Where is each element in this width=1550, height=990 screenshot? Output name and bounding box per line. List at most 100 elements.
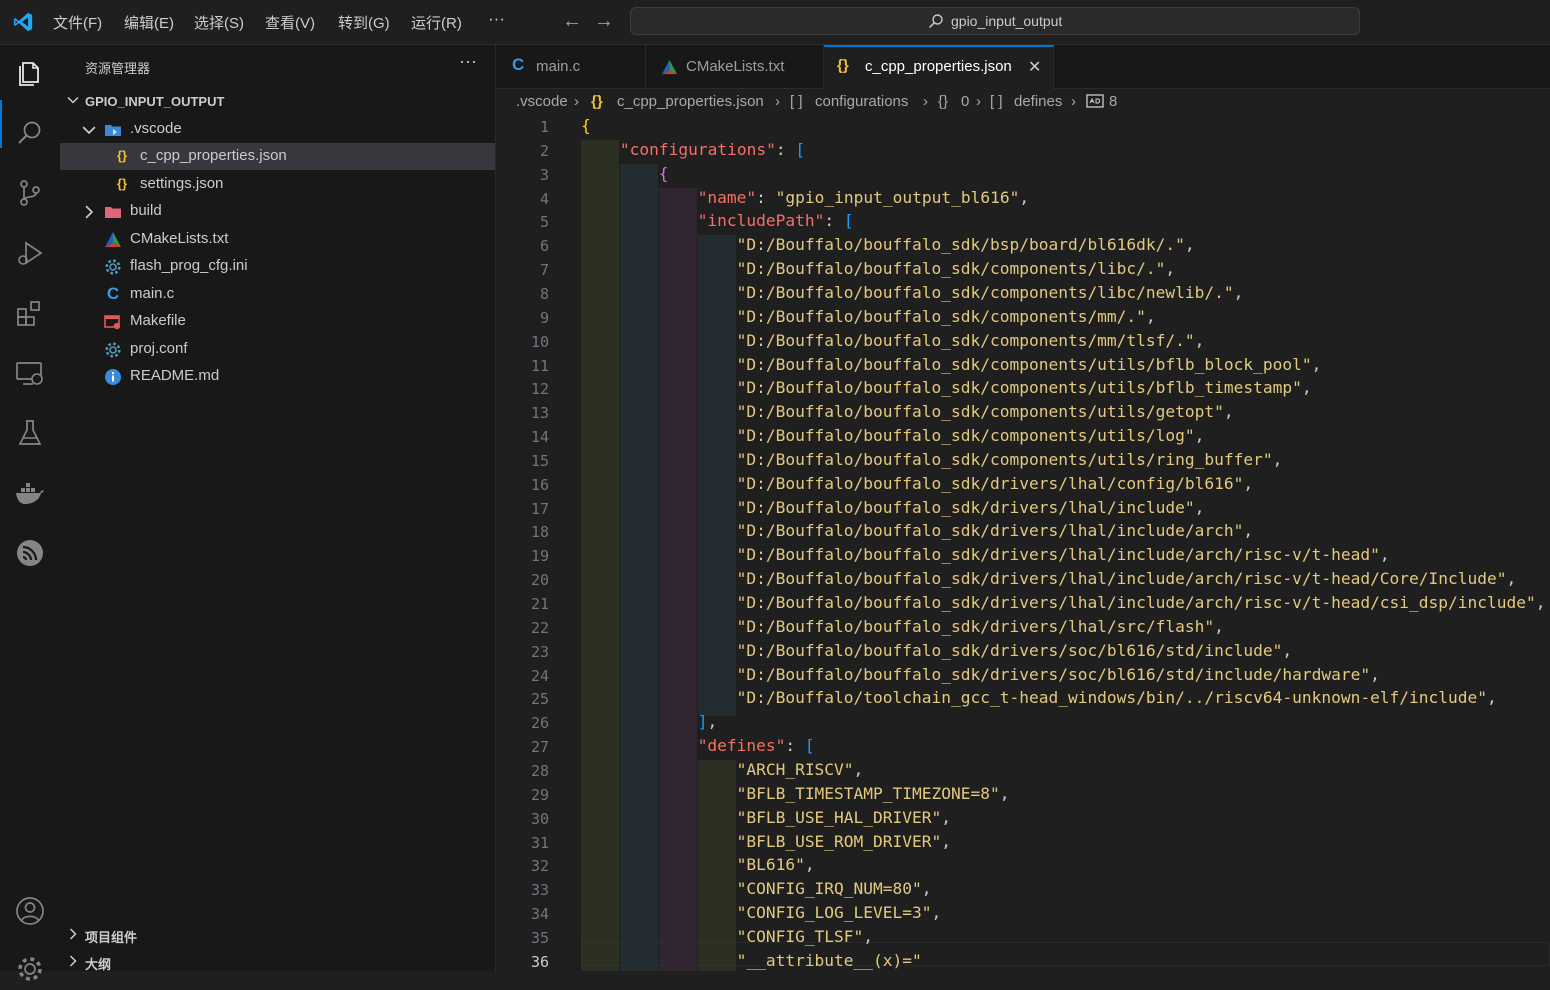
code-line[interactable]: "CONFIG_IRQ_NUM=80",: [737, 879, 932, 898]
code-line[interactable]: "BFLB_USE_ROM_DRIVER",: [737, 832, 951, 851]
code-line[interactable]: "D:/Bouffalo/bouffalo_sdk/components/mm/…: [737, 331, 1205, 350]
code-line[interactable]: {: [581, 116, 591, 135]
tree-item-vscode-folder[interactable]: .vscode: [60, 116, 495, 143]
breadcrumb-item-file[interactable]: c_cpp_properties.json: [617, 93, 764, 110]
folder-header[interactable]: GPIO_INPUT_OUTPUT: [60, 90, 495, 112]
sidebar-more-actions[interactable]: ···: [459, 51, 477, 72]
search-view-icon[interactable]: [14, 117, 46, 149]
code-line[interactable]: "ARCH_RISCV",: [737, 760, 864, 779]
tree-item-c-cpp-properties[interactable]: {} c_cpp_properties.json: [60, 143, 495, 170]
menu-go[interactable]: 转到(G): [338, 12, 390, 33]
line-number: 19: [530, 547, 549, 566]
code-line[interactable]: "D:/Bouffalo/bouffalo_sdk/drivers/soc/bl…: [737, 641, 1293, 660]
accounts-icon[interactable]: [14, 895, 46, 927]
line-number: 10: [530, 332, 549, 351]
code-line[interactable]: "D:/Bouffalo/bouffalo_sdk/bsp/board/bl61…: [737, 235, 1195, 254]
line-number: 6: [539, 237, 549, 256]
run-debug-icon[interactable]: [14, 237, 46, 269]
tree-item-proj-conf[interactable]: proj.conf: [60, 336, 495, 363]
code-line[interactable]: "D:/Bouffalo/bouffalo_sdk/drivers/soc/bl…: [737, 665, 1380, 684]
code-line[interactable]: ],: [698, 712, 718, 731]
tree-item-flash-prog-cfg[interactable]: flash_prog_cfg.ini: [60, 253, 495, 280]
code-line[interactable]: "CONFIG_LOG_LEVEL=3",: [737, 903, 942, 922]
section-outline[interactable]: 大纲: [60, 951, 495, 973]
forward-arrow-icon[interactable]: →: [594, 10, 614, 33]
code-line[interactable]: "D:/Bouffalo/bouffalo_sdk/drivers/lhal/c…: [737, 474, 1254, 493]
code-line[interactable]: "BFLB_TIMESTAMP_TIMEZONE=8",: [737, 784, 1010, 803]
tree-item-settings-json[interactable]: {} settings.json: [60, 171, 495, 198]
code-line[interactable]: "D:/Bouffalo/toolchain_gcc_t-head_window…: [737, 688, 1497, 707]
line-number: 1: [539, 118, 549, 136]
code-line[interactable]: "D:/Bouffalo/bouffalo_sdk/components/uti…: [737, 426, 1205, 445]
code-line[interactable]: "name": "gpio_input_output_bl616",: [698, 188, 1029, 207]
breadcrumb-item-8[interactable]: 8: [1109, 93, 1117, 110]
close-icon[interactable]: ✕: [1028, 57, 1041, 77]
code-line[interactable]: "D:/Bouffalo/bouffalo_sdk/drivers/lhal/i…: [737, 593, 1546, 612]
code-line[interactable]: "BL616",: [737, 855, 815, 874]
extensions-icon[interactable]: [14, 297, 46, 329]
code-line[interactable]: "includePath": [: [698, 211, 854, 230]
menu-selection[interactable]: 选择(S): [194, 12, 244, 33]
code-line[interactable]: "D:/Bouffalo/bouffalo_sdk/components/lib…: [737, 283, 1244, 302]
line-number: 26: [530, 714, 549, 733]
code-line[interactable]: "D:/Bouffalo/bouffalo_sdk/components/mm/…: [737, 307, 1156, 326]
c-language-icon: C: [106, 284, 120, 303]
code-line[interactable]: "D:/Bouffalo/bouffalo_sdk/components/lib…: [737, 259, 1176, 278]
code-line[interactable]: {: [659, 164, 669, 183]
code-line[interactable]: "D:/Bouffalo/bouffalo_sdk/components/uti…: [737, 355, 1322, 374]
section-project-components[interactable]: 项目组件: [60, 924, 495, 946]
code-line[interactable]: "D:/Bouffalo/bouffalo_sdk/drivers/lhal/i…: [737, 569, 1517, 588]
breadcrumb-item-configurations[interactable]: configurations: [815, 93, 908, 110]
tree-item-label: Makefile: [130, 312, 186, 329]
tab-cmakelists[interactable]: CMakeLists.txt: [646, 45, 824, 89]
chevron-right-icon: ›: [574, 93, 579, 110]
tree-item-main-c[interactable]: C main.c: [60, 281, 495, 308]
code-line[interactable]: "configurations": [: [620, 140, 805, 159]
chevron-right-icon: [85, 205, 94, 219]
back-arrow-icon[interactable]: ←: [562, 10, 582, 33]
code-line[interactable]: "__attribute__(x)=": [737, 951, 922, 970]
code-line[interactable]: "D:/Bouffalo/bouffalo_sdk/components/uti…: [737, 402, 1234, 421]
breadcrumb-item-defines[interactable]: defines: [1014, 93, 1062, 110]
remote-explorer-icon[interactable]: [14, 357, 46, 389]
tree-item-build-folder[interactable]: build: [60, 198, 495, 225]
explorer-sidebar: 资源管理器 ··· GPIO_INPUT_OUTPUT .vscode {} c…: [60, 45, 496, 973]
tree-item-makefile[interactable]: Makefile: [60, 308, 495, 335]
menu-more[interactable]: ···: [488, 9, 505, 29]
code-line[interactable]: "D:/Bouffalo/bouffalo_sdk/drivers/lhal/i…: [737, 498, 1205, 517]
menu-file[interactable]: 文件(F): [53, 12, 102, 33]
breadcrumb-item-vscode[interactable]: .vscode: [516, 93, 568, 110]
espressif-icon[interactable]: [14, 537, 46, 569]
code-line[interactable]: "D:/Bouffalo/bouffalo_sdk/drivers/lhal/i…: [737, 545, 1390, 564]
chevron-down-icon: [67, 96, 79, 104]
code-editor[interactable]: 1 2 3 4 5 6 7 8 9 10 11 12 13 14 15 16 17 18 19 20 21 22 23 24 2…: [496, 114, 1550, 971]
code-line[interactable]: "D:/Bouffalo/bouffalo_sdk/drivers/lhal/i…: [737, 521, 1254, 540]
code-line[interactable]: "D:/Bouffalo/bouffalo_sdk/components/uti…: [737, 450, 1283, 469]
line-number: 3: [539, 165, 549, 184]
vscode-logo-icon[interactable]: [12, 11, 34, 33]
source-control-icon[interactable]: [14, 177, 46, 209]
line-number: 17: [530, 499, 549, 518]
menu-run[interactable]: 运行(R): [411, 12, 462, 33]
manage-gear-icon[interactable]: [14, 953, 46, 985]
tree-item-cmakelists[interactable]: CMakeLists.txt: [60, 226, 495, 253]
explorer-icon[interactable]: [14, 57, 46, 89]
code-line[interactable]: "D:/Bouffalo/bouffalo_sdk/components/uti…: [737, 378, 1312, 397]
code-line[interactable]: "CONFIG_TLSF",: [737, 927, 873, 946]
tree-item-readme[interactable]: README.md: [60, 363, 495, 390]
command-center-search[interactable]: gpio_input_output: [630, 7, 1360, 35]
menu-view[interactable]: 查看(V): [265, 12, 315, 33]
code-line[interactable]: "D:/Bouffalo/bouffalo_sdk/drivers/lhal/s…: [737, 617, 1224, 636]
tree-item-label: main.c: [130, 285, 175, 302]
active-indicator: [0, 100, 2, 148]
menu-edit[interactable]: 编辑(E): [124, 12, 174, 33]
json-braces-icon: {}: [116, 148, 128, 163]
line-number: 2: [539, 141, 549, 160]
testing-flask-icon[interactable]: [14, 417, 46, 449]
code-line[interactable]: "BFLB_USE_HAL_DRIVER",: [737, 808, 951, 827]
code-line[interactable]: "defines": [: [698, 736, 815, 755]
docker-icon[interactable]: [14, 477, 46, 509]
tab-c-cpp-properties[interactable]: {} c_cpp_properties.json ✕: [824, 45, 1054, 89]
breadcrumb-item-index[interactable]: 0: [961, 93, 969, 110]
tab-main-c[interactable]: C main.c: [496, 45, 646, 89]
